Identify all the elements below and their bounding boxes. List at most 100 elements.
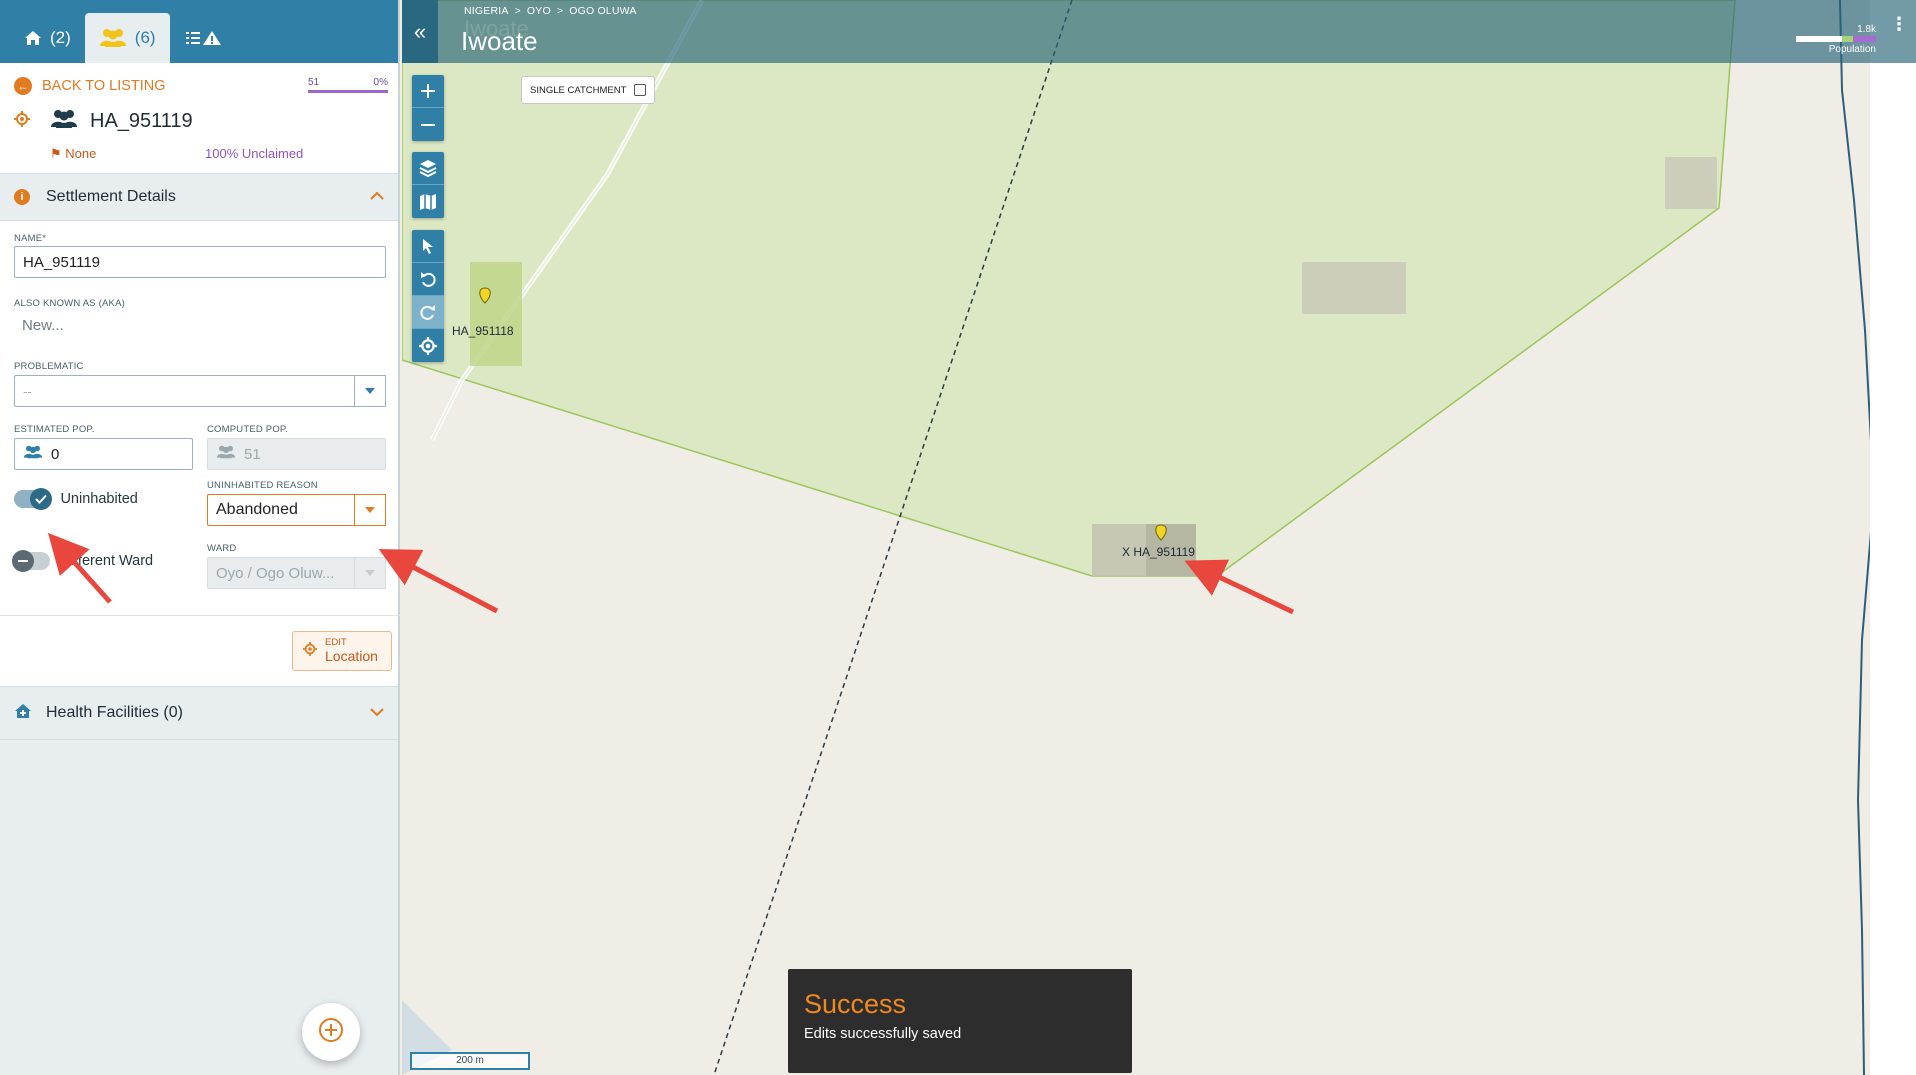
select-tool-button[interactable] <box>412 230 444 263</box>
chevron-down-icon <box>354 494 386 526</box>
arrow-left-icon: ← <box>14 77 32 95</box>
claim-progress-right: 0% <box>373 77 388 88</box>
person-flag-icon: ⚑ <box>50 146 62 161</box>
settlement-details-header[interactable]: i Settlement Details <box>0 173 398 221</box>
people-icon <box>216 445 236 463</box>
toast-message: Edits successfully saved <box>804 1026 962 1042</box>
edit-controls <box>412 230 444 362</box>
tab-facilities-label: (2) <box>50 28 71 47</box>
plus-icon <box>421 84 435 98</box>
name-label: NAME* <box>14 233 47 244</box>
minus-icon <box>421 123 435 126</box>
cursor-icon <box>423 239 433 254</box>
locate-icon <box>303 641 317 661</box>
redo-icon <box>420 305 435 320</box>
zoom-in-button[interactable] <box>412 75 444 108</box>
map[interactable]: « NIGERIA > OYO > OGO OLUWA Iwoate Iwoat… <box>402 0 1916 1075</box>
single-catchment-checkbox[interactable] <box>634 84 646 96</box>
uninhabited-reason-select[interactable]: Abandoned <box>207 494 386 526</box>
basemap-button[interactable] <box>412 185 444 218</box>
population-legend-bar <box>1796 36 1876 42</box>
edit-location-small: EDIT <box>325 637 347 649</box>
crosshair-icon <box>419 336 437 355</box>
zoom-controls <box>412 75 444 141</box>
breadcrumb-item[interactable]: OYO <box>527 5 551 17</box>
chevron-down-icon <box>370 704 384 722</box>
ward-value: Oyo / Ogo Oluw... <box>207 557 354 589</box>
layers-icon <box>419 160 437 177</box>
map-canvas[interactable] <box>402 0 1916 1075</box>
edit-location-button[interactable]: EDIT Location <box>292 631 392 671</box>
chevron-down-icon <box>354 557 386 589</box>
sidebar: (2) (6) ← BACK TO LISTING 51 0% HA_95111… <box>0 0 400 1075</box>
layers-button[interactable] <box>412 152 444 185</box>
problematic-value: -- <box>14 375 354 407</box>
chevron-up-icon <box>370 188 384 206</box>
ward-label: WARD <box>207 543 237 554</box>
problematic-select[interactable]: -- <box>14 375 386 407</box>
tab-settlements-label: (6) <box>134 28 156 47</box>
claim-status: 100% Unclaimed <box>205 146 304 161</box>
estimated-pop-input[interactable]: 0 <box>14 438 193 470</box>
sidebar-tabs: (2) (6) <box>0 0 398 63</box>
info-icon: i <box>14 189 30 205</box>
people-icon <box>50 109 78 134</box>
people-icon <box>23 445 43 463</box>
breadcrumb-item[interactable]: OGO OLUWA <box>569 5 636 17</box>
uninhabited-reason-value: Abandoned <box>207 494 354 526</box>
uninhabited-toggle[interactable] <box>14 488 52 510</box>
tab-issues[interactable] <box>170 13 238 63</box>
undo-button[interactable] <box>412 263 444 296</box>
aka-label: ALSO KNOWN AS (AKA) <box>14 298 125 309</box>
people-icon <box>99 28 127 48</box>
scale-bar: 200 m <box>410 1052 530 1070</box>
settlement-tile <box>1302 262 1406 314</box>
name-input[interactable]: HA_951119 <box>14 246 386 278</box>
breadcrumb-separator: > <box>556 5 564 17</box>
double-chevron-left-icon: « <box>413 18 427 44</box>
tab-facilities[interactable]: (2) <box>10 13 85 63</box>
single-catchment-label: SINGLE CATCHMENT <box>530 84 627 96</box>
claim-progress-track <box>308 90 388 93</box>
claim-owner-label: None <box>65 146 97 161</box>
checklist-warning-icon <box>184 30 224 46</box>
home-icon <box>24 30 42 46</box>
plus-circle-icon <box>318 1017 344 1048</box>
more-menu-icon[interactable]: ⋮ <box>1890 15 1908 33</box>
zoom-out-button[interactable] <box>412 108 444 141</box>
redo-button[interactable] <box>412 296 444 329</box>
success-toast: Success Edits successfully saved <box>788 969 1132 1073</box>
map-settlement-label[interactable]: HA_951118 <box>452 324 514 338</box>
toast-title: Success <box>804 989 907 1019</box>
map-settlement-label[interactable]: X HA_951119 <box>1122 545 1195 559</box>
settlement-tile <box>470 262 522 366</box>
single-catchment-toggle[interactable]: SINGLE CATCHMENT <box>521 76 655 104</box>
computed-pop-value: 51 <box>244 445 261 463</box>
population-legend: 1.8k Population <box>1796 24 1876 55</box>
settlement-title: HA_951119 <box>90 110 193 132</box>
tab-settlements[interactable]: (6) <box>84 13 170 63</box>
collapse-sidebar-button[interactable]: « <box>402 0 438 63</box>
health-facilities-header[interactable]: Health Facilities (0) <box>0 686 398 740</box>
check-icon <box>30 488 52 510</box>
health-facility-icon <box>14 703 32 724</box>
health-facilities-title: Health Facilities (0) <box>46 704 183 721</box>
map-right-strip <box>1870 0 1916 1075</box>
estimated-pop-value: 0 <box>51 445 60 463</box>
different-ward-label: Different Ward <box>60 553 154 569</box>
minus-icon <box>12 550 34 572</box>
locate-icon[interactable] <box>14 111 30 132</box>
add-button[interactable] <box>302 1003 360 1061</box>
computed-pop-label: COMPUTED POP. <box>207 424 289 435</box>
estimated-pop-label: ESTIMATED POP. <box>14 424 95 435</box>
locate-me-button[interactable] <box>412 329 444 362</box>
chevron-down-icon <box>354 375 386 407</box>
uninhabited-toggle-row: Uninhabited <box>14 488 138 510</box>
aka-input[interactable]: New... <box>14 309 386 342</box>
different-ward-toggle[interactable] <box>12 550 50 572</box>
ward-select: Oyo / Ogo Oluw... <box>207 557 386 589</box>
settlement-details-title: Settlement Details <box>46 188 176 205</box>
claim-progress-bar: 51 0% <box>308 77 388 93</box>
different-ward-toggle-row: Different Ward <box>12 550 154 572</box>
uninhabited-label: Uninhabited <box>60 491 138 507</box>
